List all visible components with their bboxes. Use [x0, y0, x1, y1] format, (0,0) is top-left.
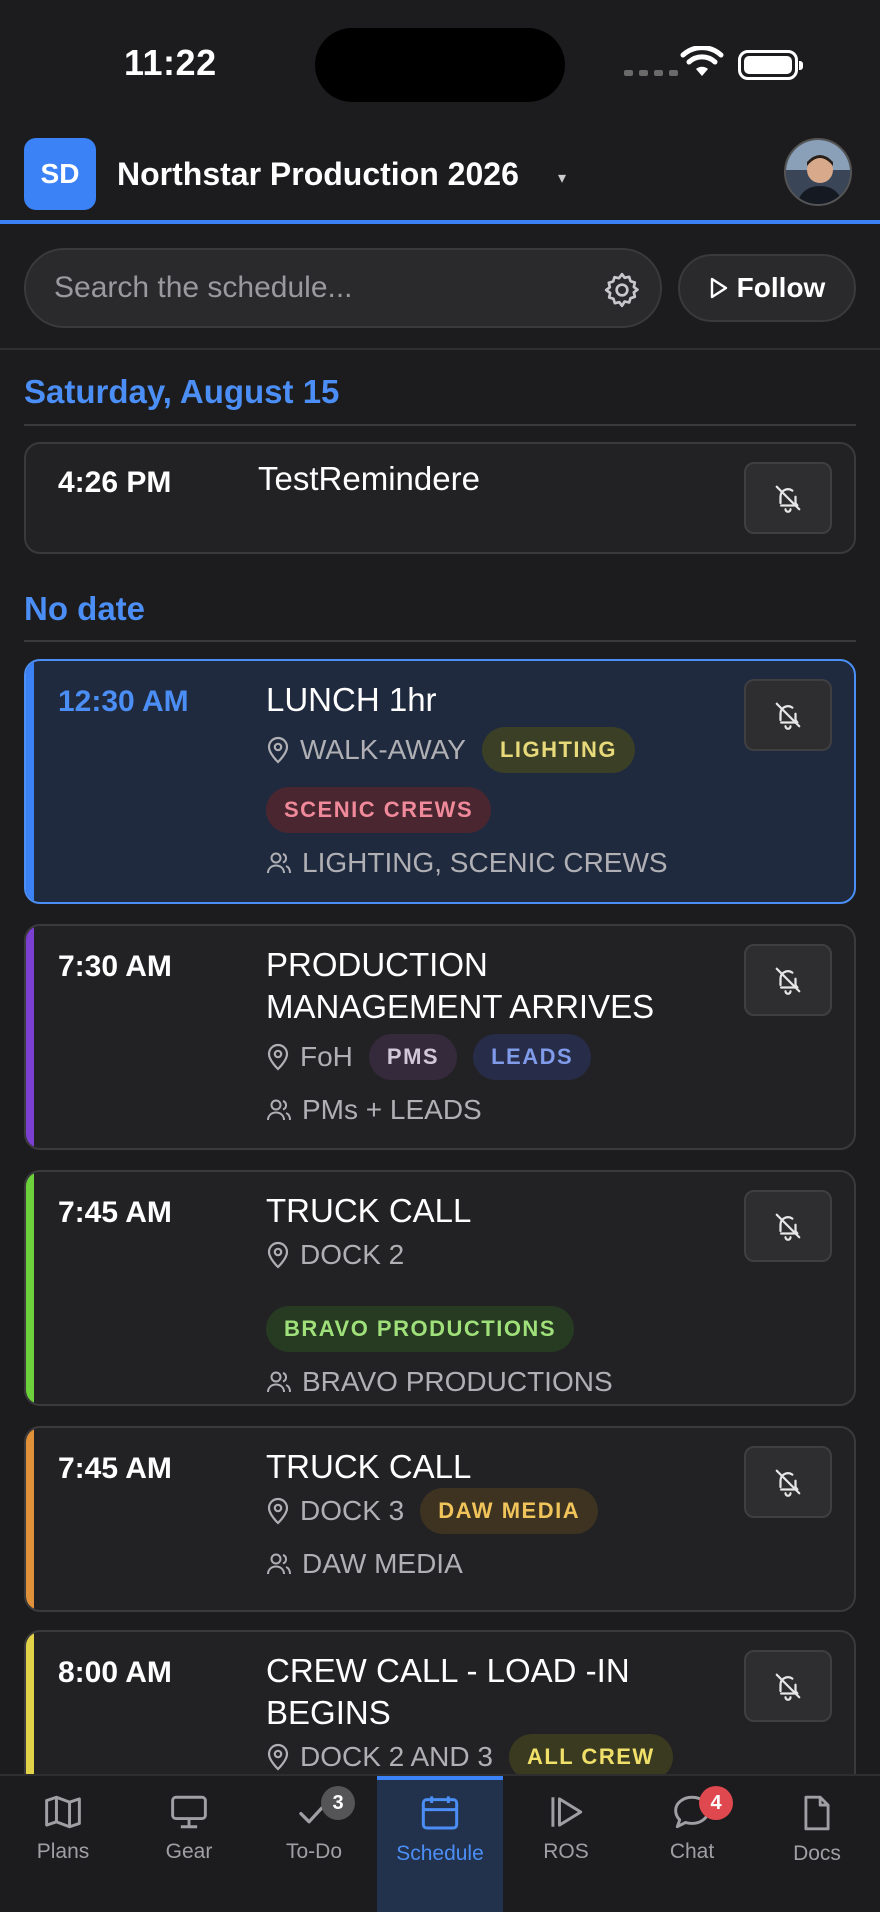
location-pin-icon [267, 1043, 289, 1071]
crew-tag[interactable]: DAW MEDIA [420, 1488, 599, 1534]
reminder-toggle-button[interactable] [744, 462, 832, 534]
schedule-event-card[interactable]: 7:45 AM TRUCK CALL DOCK 2 BRAVO PRODUCTI… [24, 1170, 856, 1406]
location-pin-icon [267, 736, 289, 764]
event-title: TestRemindere [258, 460, 480, 497]
tab-ros[interactable]: ROS [503, 1776, 629, 1912]
location-pin-icon [267, 1743, 289, 1771]
crew-tag[interactable]: SCENIC CREWS [266, 787, 492, 833]
battery-icon [738, 50, 803, 80]
date-heading: Saturday, August 15 [24, 373, 340, 410]
play-skip-icon [551, 1797, 583, 1827]
calendar-icon [421, 1796, 459, 1830]
monitor-icon [171, 1795, 207, 1829]
org-badge[interactable]: SD [24, 138, 96, 210]
event-location: DOCK 3 [266, 1488, 404, 1534]
event-location: FoH [266, 1034, 353, 1080]
chat-unread-badge: 4 [699, 1786, 733, 1820]
event-crew: PMs + LEADS [266, 1094, 726, 1126]
event-time: 8:00 AM [58, 1656, 172, 1689]
wifi-icon [680, 46, 724, 76]
event-color-stripe [26, 1172, 34, 1404]
search-input[interactable] [54, 268, 574, 308]
reminder-toggle-button[interactable] [744, 679, 832, 751]
document-icon [804, 1795, 830, 1831]
reminder-toggle-button[interactable] [744, 1650, 832, 1722]
event-title: TRUCK CALL [266, 1448, 472, 1485]
status-time: 11:22 [124, 42, 217, 83]
bell-off-icon [775, 967, 801, 995]
event-title: LUNCH 1hr [266, 681, 437, 718]
event-crew: LIGHTING, SCENIC CREWS [266, 847, 726, 879]
event-time: 7:45 AM [58, 1196, 172, 1229]
app-header: SD Northstar Production 2026 ▾ [0, 128, 880, 224]
event-title: TRUCK CALL [266, 1192, 472, 1229]
tab-chat[interactable]: Chat 4 [629, 1776, 755, 1912]
event-color-stripe [26, 926, 34, 1148]
cellular-signal-icon [624, 70, 678, 76]
event-crew: DAW MEDIA [266, 1548, 726, 1580]
people-icon [267, 1553, 291, 1575]
bell-off-icon [775, 485, 801, 513]
search-row: Follow [0, 228, 880, 350]
event-time: 7:45 AM [58, 1452, 172, 1485]
follow-button[interactable]: Follow [678, 254, 856, 322]
people-icon [267, 1099, 291, 1121]
bell-off-icon [775, 1673, 801, 1701]
schedule-event-card[interactable]: 12:30 AM LUNCH 1hr WALK-AWAY LIGHTING SC… [24, 659, 856, 904]
bell-off-icon [775, 1213, 801, 1241]
event-location: DOCK 2 [266, 1232, 404, 1278]
event-time: 4:26 PM [58, 466, 172, 499]
bell-off-icon [775, 1469, 801, 1497]
bottom-tab-bar: Plans Gear To-Do 3 Schedule ROS Chat 4 D… [0, 1774, 880, 1912]
map-icon [45, 1795, 81, 1829]
tab-schedule[interactable]: Schedule [377, 1776, 503, 1912]
location-pin-icon [267, 1497, 289, 1525]
crew-tag[interactable]: LIGHTING [481, 727, 636, 773]
reminder-toggle-button[interactable] [744, 1446, 832, 1518]
crew-tag[interactable]: PMS [368, 1034, 458, 1080]
follow-label: Follow [736, 272, 826, 303]
play-icon [710, 277, 727, 299]
search-box[interactable] [24, 248, 662, 328]
divider [24, 640, 856, 642]
reminder-toggle-button[interactable] [744, 1190, 832, 1262]
location-pin-icon [267, 1241, 289, 1269]
gear-icon[interactable] [602, 270, 642, 310]
tab-docs[interactable]: Docs [754, 1776, 880, 1912]
event-title: PRODUCTION MANAGEMENT ARRIVES [266, 946, 655, 1025]
event-title: CREW CALL - LOAD -IN BEGINS [266, 1652, 630, 1731]
event-crew: BRAVO PRODUCTIONS [266, 1366, 726, 1398]
tab-to-do[interactable]: To-Do 3 [251, 1776, 377, 1912]
bell-off-icon [775, 702, 801, 730]
event-color-stripe [26, 1428, 34, 1610]
dynamic-island [315, 28, 565, 102]
avatar[interactable] [784, 138, 852, 206]
schedule-event-card[interactable]: 7:45 AM TRUCK CALL DOCK 3 DAW MEDIA DAW … [24, 1426, 856, 1612]
event-time: 7:30 AM [58, 950, 172, 983]
reminder-toggle-button[interactable] [744, 944, 832, 1016]
chevron-down-icon[interactable]: ▾ [558, 168, 566, 188]
crew-tag[interactable]: LEADS [473, 1034, 592, 1080]
tab-gear[interactable]: Gear [126, 1776, 252, 1912]
tab-plans[interactable]: Plans [0, 1776, 126, 1912]
to-do-count-badge: 3 [321, 1786, 355, 1820]
divider [24, 424, 856, 426]
date-heading: No date [24, 590, 146, 627]
crew-tag[interactable]: BRAVO PRODUCTIONS [266, 1306, 574, 1352]
event-location: WALK-AWAY [266, 727, 466, 773]
event-color-stripe [26, 661, 34, 902]
status-bar: 11:22 [0, 0, 880, 128]
project-selector[interactable]: Northstar Production 2026 [117, 156, 519, 193]
people-icon [267, 1371, 291, 1393]
people-icon [267, 852, 291, 874]
schedule-event-card[interactable]: 7:30 AM PRODUCTION MANAGEMENT ARRIVES Fo… [24, 924, 856, 1150]
schedule-event-card[interactable]: 4:26 PM TestRemindere [24, 442, 856, 554]
event-time: 12:30 AM [58, 685, 189, 718]
